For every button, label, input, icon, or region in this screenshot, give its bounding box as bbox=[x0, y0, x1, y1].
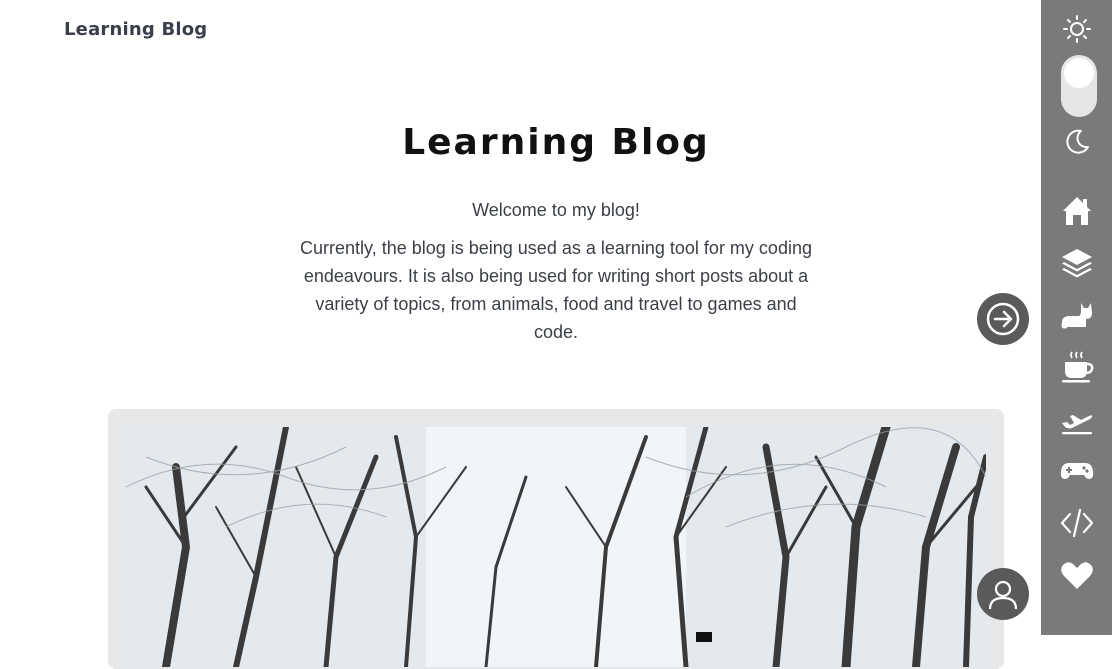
moon-icon[interactable] bbox=[1059, 123, 1095, 159]
post-image-winter-forest[interactable] bbox=[126, 427, 986, 667]
intro-text: Currently, the blog is being used as a l… bbox=[300, 238, 812, 342]
welcome-text: Welcome to my blog! bbox=[472, 200, 640, 220]
sun-icon[interactable] bbox=[1059, 11, 1095, 47]
profile-button[interactable] bbox=[977, 568, 1029, 620]
theme-toggle-knob bbox=[1064, 58, 1094, 88]
user-icon bbox=[988, 580, 1018, 610]
featured-post-card[interactable] bbox=[108, 409, 1004, 669]
coffee-cup-icon[interactable] bbox=[1059, 349, 1095, 385]
heart-icon[interactable] bbox=[1059, 557, 1095, 593]
next-post-button[interactable] bbox=[977, 293, 1029, 345]
airplane-icon[interactable] bbox=[1059, 401, 1095, 437]
sidebar-nav bbox=[1041, 0, 1112, 635]
arrow-right-circle-icon bbox=[986, 302, 1020, 336]
cat-icon[interactable] bbox=[1059, 297, 1095, 333]
page-title: Learning Blog bbox=[402, 122, 710, 163]
layers-icon[interactable] bbox=[1059, 245, 1095, 281]
house-icon[interactable] bbox=[1059, 193, 1095, 229]
code-icon[interactable] bbox=[1059, 505, 1095, 541]
theme-toggle[interactable] bbox=[1061, 55, 1097, 117]
site-brand[interactable]: Learning Blog bbox=[64, 19, 207, 40]
gamepad-icon[interactable] bbox=[1059, 453, 1095, 489]
